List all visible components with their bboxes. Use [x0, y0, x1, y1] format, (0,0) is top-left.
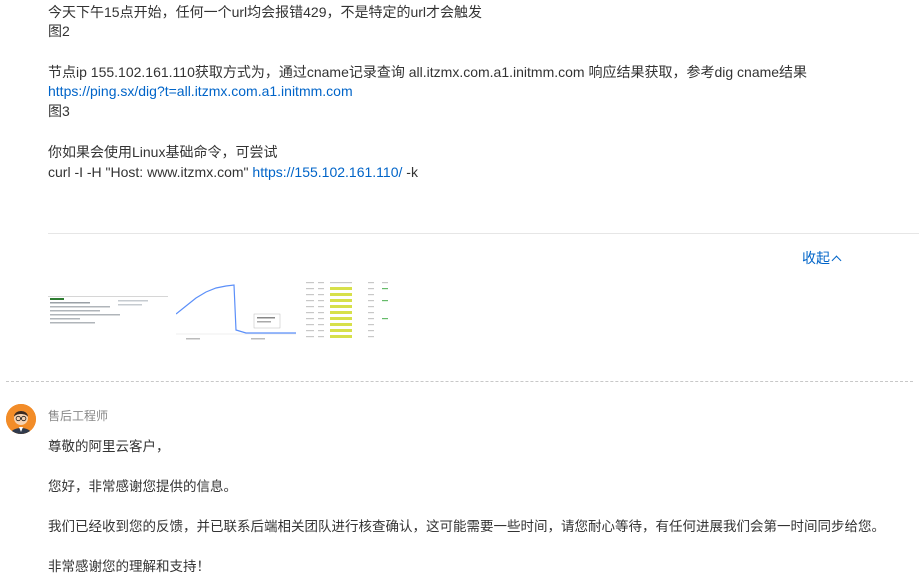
attachment-thumbnail-2[interactable] — [176, 276, 296, 348]
figure-label-2: 图2 — [48, 23, 70, 39]
collapse-button[interactable]: 收起 — [802, 248, 842, 268]
thumbnail-image — [176, 276, 296, 348]
curl-command-prefix: curl -I -H "Host: www.itzmx.com" — [48, 164, 253, 180]
reply-separator — [6, 381, 913, 382]
reply-greeting: 尊敬的阿里云客户， — [48, 439, 170, 454]
ticket-text-line: 你如果会使用Linux基础命令，可尝试 — [48, 144, 278, 160]
dig-result-link[interactable]: https://ping.sx/dig?t=all.itzmx.com.a1.i… — [48, 83, 353, 99]
attachment-thumbnail-3[interactable] — [304, 276, 424, 348]
curl-command-line: curl -I -H "Host: www.itzmx.com" https:/… — [48, 162, 418, 182]
section-divider — [48, 233, 919, 234]
ip-link[interactable]: https://155.102.161.110/ — [252, 164, 402, 180]
ticket-text-line: 节点ip 155.102.161.110获取方式为，通过cname记录查询 al… — [48, 64, 808, 80]
reply-closing: 非常感谢您的理解和支持！ — [48, 559, 210, 574]
reply-paragraph: 您好，非常感谢您提供的信息。 — [48, 479, 237, 494]
attachment-thumbnail-1[interactable] — [48, 276, 168, 348]
reply-author: 售后工程师 — [48, 409, 109, 423]
thumbnail-image — [304, 276, 424, 348]
chevron-up-icon — [831, 255, 842, 266]
thumbnail-image — [48, 276, 168, 348]
figure-label-3: 图3 — [48, 103, 70, 119]
curl-command-suffix: -k — [402, 164, 418, 180]
ticket-text-line: 今天下午15点开始，任何一个url均会报错429，不是特定的url才会触发 — [48, 4, 483, 20]
collapse-label: 收起 — [802, 250, 830, 266]
engineer-avatar-icon — [6, 404, 36, 434]
dig-link-line: https://ping.sx/dig?t=all.itzmx.com.a1.i… — [48, 81, 353, 101]
reply-paragraph: 我们已经收到您的反馈，并已联系后端相关团队进行核查确认，这可能需要一些时间，请您… — [48, 519, 885, 534]
